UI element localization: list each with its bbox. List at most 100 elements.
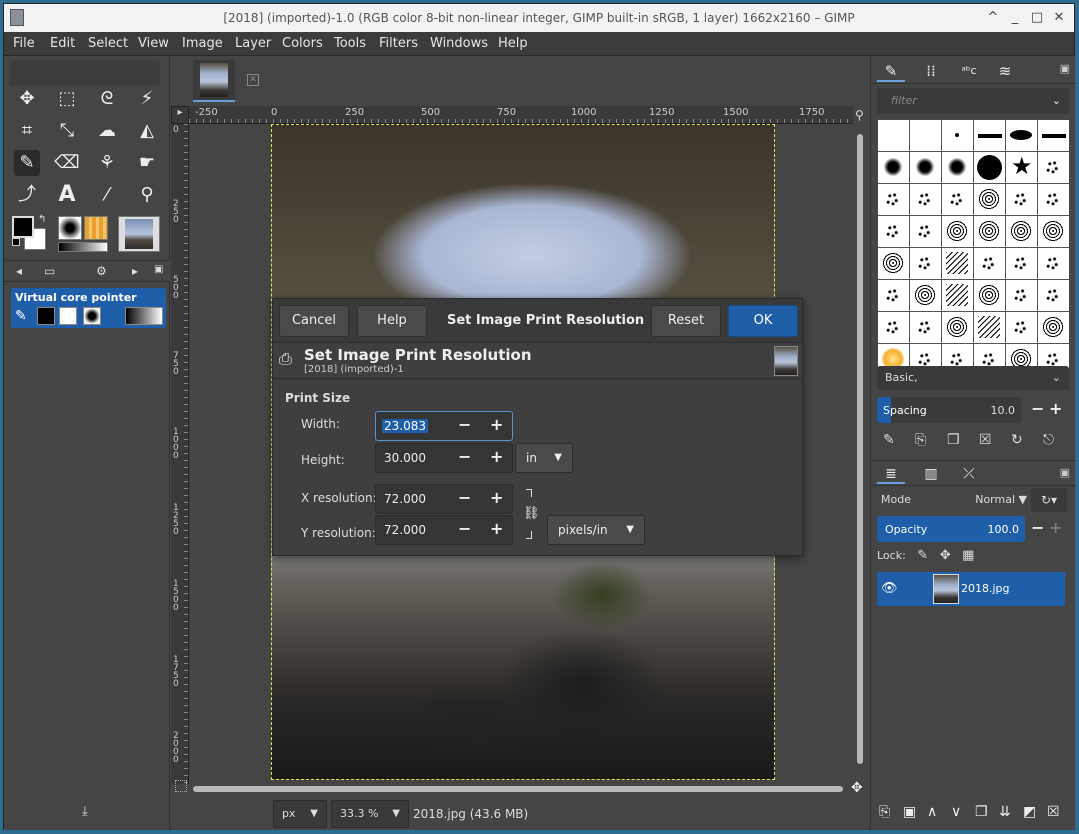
brush-cell[interactable] <box>1038 216 1069 247</box>
tool-options-tab-icon[interactable]: ⚙ <box>96 264 107 278</box>
brush-cell[interactable] <box>974 120 1005 151</box>
warp-transform-tool-icon[interactable]: ☁ <box>94 118 120 144</box>
document-history-tab-icon[interactable]: ≋ <box>991 60 1019 82</box>
menu-view[interactable]: View <box>138 36 169 51</box>
brush-cell[interactable] <box>1006 152 1037 183</box>
chevron-left-icon[interactable]: ◂ <box>16 264 22 278</box>
menu-filters[interactable]: Filters <box>379 36 418 51</box>
mode-reset-button[interactable]: ↻▾ <box>1031 488 1067 512</box>
foreground-color-swatch[interactable] <box>12 216 34 238</box>
delete-layer-icon[interactable]: ☒ <box>1047 804 1060 820</box>
lock-pixels-icon[interactable]: ✎ <box>917 548 928 563</box>
brush-cell[interactable] <box>910 120 941 151</box>
brush-cell[interactable] <box>910 312 941 343</box>
close-tab-icon[interactable]: ✕ <box>247 74 259 86</box>
brush-cell[interactable] <box>878 312 909 343</box>
zoom-image-icon[interactable]: ⚲ <box>855 108 864 122</box>
minus-icon[interactable]: − <box>458 519 471 538</box>
horizontal-ruler[interactable]: -250 0 250 500 750 1000 1250 1500 1750 <box>189 106 853 124</box>
maximize-button[interactable]: □ <box>1028 9 1046 27</box>
zoom-tool-icon[interactable]: ⚲ <box>134 182 160 208</box>
brush-tag-select[interactable]: Basic, ⌄ <box>877 366 1069 390</box>
brush-cell[interactable] <box>1038 248 1069 279</box>
wilber-drop-area[interactable] <box>10 60 160 86</box>
brush-cell[interactable] <box>974 280 1005 311</box>
active-gradient-preview[interactable] <box>58 242 108 252</box>
duplicate-layer-icon[interactable]: ❐ <box>975 804 988 820</box>
menu-colors[interactable]: Colors <box>282 36 323 51</box>
rect-select-tool-icon[interactable]: ⬚ <box>54 86 80 112</box>
merge-layer-icon[interactable]: ⇊ <box>999 804 1011 820</box>
download-icon[interactable]: ⤓ <box>82 804 88 819</box>
menu-tools[interactable]: Tools <box>334 36 366 51</box>
minus-icon[interactable]: − <box>458 488 471 507</box>
default-colors-icon[interactable] <box>12 238 20 246</box>
patterns-tab-icon[interactable]: ⁞⁞ <box>917 60 945 82</box>
tab-menu-icon[interactable]: ▣ <box>154 264 163 275</box>
brush-cell[interactable] <box>910 184 941 215</box>
brush-cell[interactable] <box>878 280 909 311</box>
free-select-tool-icon[interactable]: ᘓ <box>94 86 120 112</box>
brush-cell[interactable] <box>1038 120 1069 151</box>
layer-mask-icon[interactable]: ◩ <box>1023 804 1036 820</box>
minimize-button[interactable]: _ <box>1006 9 1024 27</box>
menu-edit[interactable]: Edit <box>50 36 75 51</box>
menu-select[interactable]: Select <box>88 36 128 51</box>
tab-menu-icon[interactable]: ▣ <box>1060 62 1070 75</box>
width-field[interactable]: 23.083 − + <box>375 411 513 441</box>
brush-cell[interactable] <box>910 248 941 279</box>
delete-brush-icon[interactable]: ☒ <box>979 432 992 448</box>
brush-cell[interactable] <box>974 184 1005 215</box>
brush-cell[interactable] <box>942 216 973 247</box>
shade-button[interactable]: ^ <box>984 9 1002 27</box>
menu-help[interactable]: Help <box>498 36 528 51</box>
brush-cell[interactable] <box>1038 312 1069 343</box>
plus-icon[interactable]: + <box>490 447 503 466</box>
brush-cell[interactable] <box>910 280 941 311</box>
brush-cell[interactable] <box>910 152 941 183</box>
horizontal-scrollbar[interactable] <box>193 784 843 794</box>
help-button[interactable]: Help <box>357 305 427 337</box>
brush-cell[interactable] <box>1006 312 1037 343</box>
navigate-icon[interactable]: ✥ <box>851 780 863 796</box>
paths-tool-icon[interactable]: ⤴ <box>14 182 40 208</box>
menu-image[interactable]: Image <box>182 36 223 51</box>
fonts-tab-icon[interactable]: ᵃᵇc <box>955 60 983 82</box>
text-tool-icon[interactable]: A <box>54 182 80 208</box>
close-button[interactable]: ✕ <box>1050 9 1068 27</box>
brush-cell[interactable] <box>974 248 1005 279</box>
brush-cell[interactable] <box>942 312 973 343</box>
raise-layer-icon[interactable]: ∧ <box>927 804 937 820</box>
channels-tab-icon[interactable]: ▥ <box>917 464 945 484</box>
menu-file[interactable]: File <box>13 36 35 51</box>
lower-layer-icon[interactable]: ∨ <box>951 804 961 820</box>
brush-cell[interactable] <box>878 248 909 279</box>
swap-colors-icon[interactable]: ↰ <box>38 214 46 225</box>
eraser-tool-icon[interactable]: ⌫ <box>54 150 80 176</box>
active-brush-preview[interactable] <box>58 216 82 240</box>
clone-tool-icon[interactable]: ⚘ <box>94 150 120 176</box>
brush-cell[interactable] <box>878 216 909 247</box>
active-pattern-preview[interactable] <box>84 216 108 240</box>
brush-cell[interactable] <box>1006 120 1037 151</box>
brush-filter-input[interactable]: filter ⌄ <box>877 88 1069 114</box>
brush-cell[interactable] <box>1006 184 1037 215</box>
brush-cell[interactable] <box>1006 280 1037 311</box>
brush-cell[interactable] <box>1038 184 1069 215</box>
brush-cell[interactable] <box>942 120 973 151</box>
image-tab-thumbnail[interactable] <box>193 60 235 102</box>
brush-cell[interactable] <box>878 184 909 215</box>
fuzzy-select-tool-icon[interactable]: ⚡ <box>134 86 160 112</box>
brush-cell[interactable] <box>942 184 973 215</box>
reset-button[interactable]: Reset <box>651 305 721 337</box>
menu-layer[interactable]: Layer <box>235 36 271 51</box>
brush-cell[interactable] <box>942 248 973 279</box>
brush-cell[interactable] <box>910 216 941 247</box>
brush-cell[interactable] <box>974 152 1005 183</box>
lock-position-icon[interactable]: ✥ <box>940 548 951 563</box>
crop-tool-icon[interactable]: ⌗ <box>14 118 40 144</box>
brush-cell[interactable] <box>974 312 1005 343</box>
quick-mask-toggle[interactable] <box>175 780 187 792</box>
height-field[interactable]: 30.000 − + <box>375 443 513 473</box>
unit-select[interactable]: px ▼ <box>273 800 327 828</box>
